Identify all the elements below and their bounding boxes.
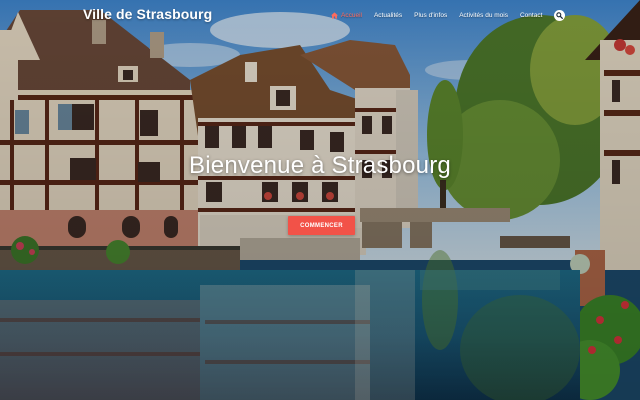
nav-item-activites-du-mois[interactable]: Activités du mois (459, 12, 508, 19)
nav-item-accueil[interactable]: Accueil (331, 12, 362, 19)
home-icon (331, 11, 338, 19)
nav-item-plus-dinfos[interactable]: Plus d'infos (414, 12, 447, 19)
main-nav: Accueil Actualités Plus d'infos Activité… (331, 9, 566, 21)
nav-item-actualites[interactable]: Actualités (374, 12, 402, 19)
hero-title: Bienvenue à Strasbourg (189, 152, 451, 179)
hero-photo (0, 0, 640, 400)
nav-label-activites: Activités du mois (459, 11, 508, 19)
nav-label-plus-dinfos: Plus d'infos (414, 11, 448, 19)
hero-background (0, 0, 640, 400)
nav-label-contact: Contact (519, 11, 543, 19)
nav-label-actualites: Actualités (373, 11, 403, 19)
search-icon (556, 11, 564, 19)
commencer-button[interactable]: COMMENCER (288, 216, 355, 235)
search-button[interactable] (554, 9, 566, 21)
nav-item-contact[interactable]: Contact (520, 12, 542, 19)
site-title-link[interactable]: Ville de Strasbourg (83, 6, 212, 22)
nav-label-accueil: Accueil (341, 11, 362, 19)
